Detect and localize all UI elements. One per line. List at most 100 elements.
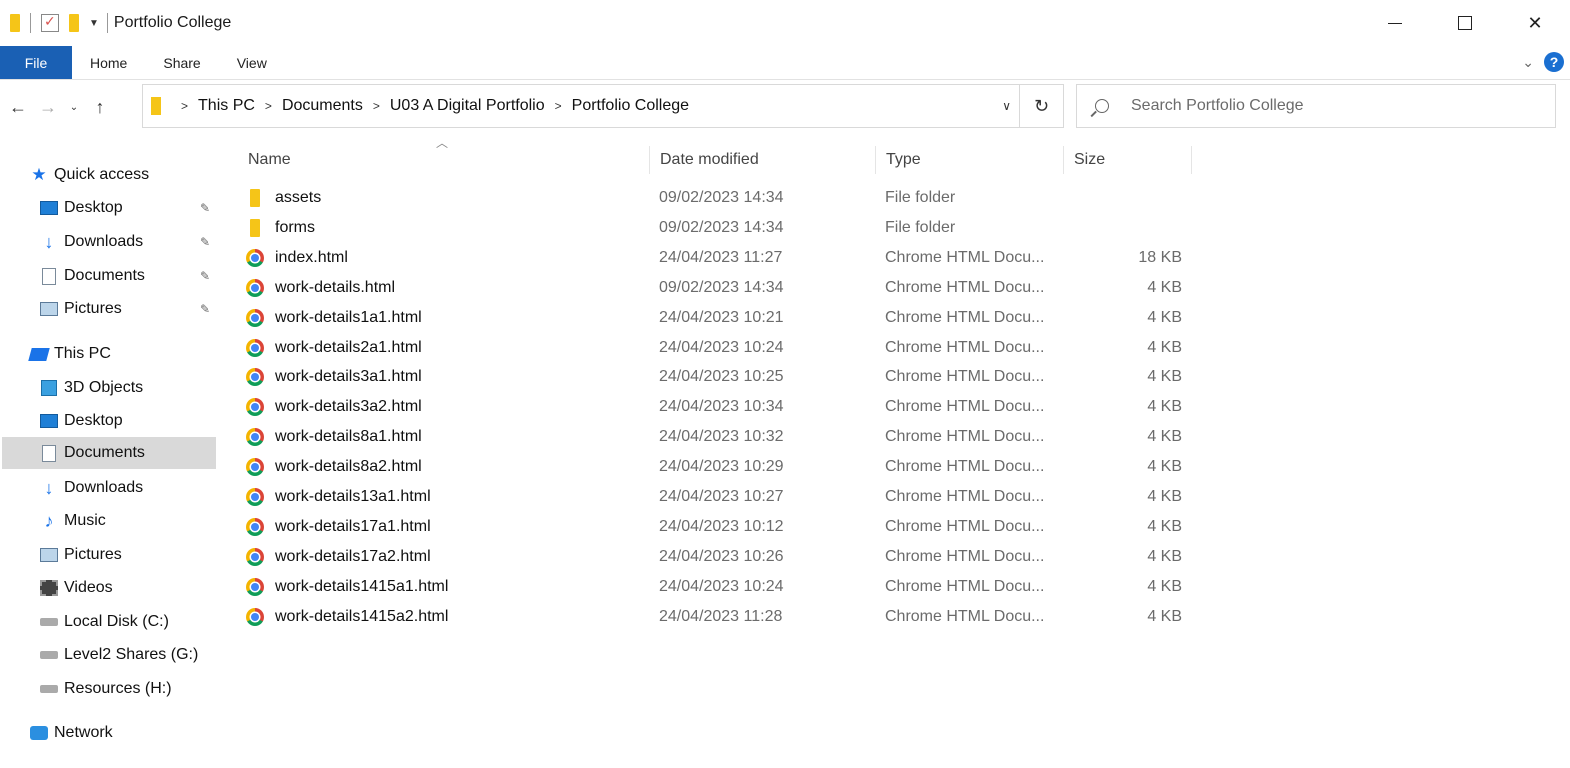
breadcrumb-documents[interactable]: Documents [282,97,363,115]
sidebar-item-pictures-pc[interactable]: Pictures [40,539,216,571]
file-name: work-details1415a1.html [275,577,449,595]
file-name-cell: work-details13a1.html [246,482,431,512]
file-row[interactable]: work-details8a2.html 24/04/2023 10:29 Chro… [238,452,1192,482]
file-row[interactable]: work-details17a2.html 24/04/2023 10:26 Chr… [238,542,1192,572]
sidebar-item-videos[interactable]: Videos [40,572,216,604]
sidebar-item-quick-access[interactable]: ★ Quick access [30,159,216,191]
sidebar-item-desktop[interactable]: Desktop ✎ [40,192,216,224]
sidebar-item-3d-objects[interactable]: 3D Objects [40,372,216,404]
sidebar-item-label: Resources (H:) [64,680,172,697]
folder-icon [10,14,20,32]
file-name-cell: forms [246,213,315,243]
sidebar-item-downloads[interactable]: ↓ Downloads ✎ [40,226,216,258]
folder-icon [250,189,260,207]
file-row[interactable]: work-details8a1.html 24/04/2023 10:32 Chro… [238,422,1192,452]
file-row[interactable]: assets 09/02/2023 14:34 File folder [238,183,1192,213]
chrome-icon [246,338,264,357]
column-header-type[interactable]: Type [876,146,1064,174]
address-bar[interactable]: > This PC > Documents > U03 A Digital Po… [142,84,1064,128]
help-icon[interactable]: ? [1544,52,1564,72]
up-button[interactable]: ↑ [88,97,112,118]
chevron-right-icon[interactable]: > [181,99,188,113]
file-size-cell: 4 KB [1147,577,1182,595]
breadcrumb-this-pc[interactable]: This PC [198,97,255,115]
sidebar-item-documents-pc[interactable]: Documents [2,437,216,469]
tab-view[interactable]: View [219,46,285,79]
tab-file[interactable]: File [0,46,72,79]
chevron-right-icon[interactable]: > [555,99,562,113]
chevron-down-icon[interactable]: ∨ [1002,99,1011,113]
refresh-button[interactable]: ↻ [1019,85,1063,127]
file-row[interactable]: index.html 24/04/2023 11:27 Chrome HTML Do… [238,243,1192,273]
cube-icon [40,380,58,396]
music-icon: ♪ [44,510,54,531]
file-date-cell: 24/04/2023 10:24 [659,577,784,595]
sidebar-item-local-disk[interactable]: Local Disk (C:) [40,606,216,638]
minimize-button[interactable] [1360,0,1430,46]
download-icon: ↓ [44,231,54,252]
chrome-icon [246,577,264,596]
column-header-size[interactable]: Size [1064,146,1192,174]
column-header-name[interactable]: Name [238,146,650,174]
sidebar-item-label: Downloads [64,479,144,496]
search-input[interactable] [1131,97,1531,115]
sidebar-item-network[interactable]: Network [30,717,216,749]
breadcrumb-portfolio-college[interactable]: Portfolio College [572,97,689,115]
sidebar-item-label: Downloads [64,233,144,250]
file-date-cell: 24/04/2023 10:26 [659,547,784,565]
recent-locations-button[interactable]: ⌄ [66,102,82,113]
sidebar-item-pictures[interactable]: Pictures ✎ [40,293,216,325]
back-button[interactable]: ← [6,97,30,118]
file-size-cell: 4 KB [1147,338,1182,356]
sidebar-item-downloads-pc[interactable]: ↓ Downloads [40,472,216,504]
file-size-cell: 4 KB [1147,517,1182,535]
sidebar-item-this-pc[interactable]: This PC [28,338,216,370]
sidebar-item-documents[interactable]: Documents ✎ [40,260,216,292]
file-row[interactable]: work-details2a1.html 24/04/2023 10:24 Chro… [238,333,1192,363]
file-name-cell: assets [246,183,321,213]
properties-icon[interactable] [41,13,59,32]
search-box[interactable] [1076,84,1556,128]
expand-ribbon-icon[interactable]: ⌄ [1522,54,1534,71]
tab-home[interactable]: Home [72,46,145,79]
file-size-cell: 4 KB [1147,368,1182,386]
star-icon: ★ [31,165,47,184]
file-name: index.html [275,248,348,266]
maximize-button[interactable] [1430,0,1500,46]
chevron-right-icon[interactable]: > [373,99,380,113]
file-size-cell: 4 KB [1147,547,1182,565]
video-icon [40,580,58,596]
sidebar-item-resources[interactable]: Resources (H:) [40,673,216,705]
forward-button[interactable]: → [36,97,60,118]
pin-icon: ✎ [199,302,210,316]
file-row[interactable]: work-details13a1.html 24/04/2023 10:27 Chr… [238,482,1192,512]
file-date-cell: 24/04/2023 10:29 [659,458,784,476]
file-date-cell: 09/02/2023 14:34 [659,218,784,236]
desktop-icon [40,413,58,429]
sidebar-item-label: Pictures [64,300,122,317]
breadcrumb-u03[interactable]: U03 A Digital Portfolio [390,97,545,115]
file-row[interactable]: work-details1415a1.html 24/04/2023 10:24 C… [238,572,1192,602]
sidebar-item-desktop-pc[interactable]: Desktop [40,405,216,437]
file-row[interactable]: forms 09/02/2023 14:34 File folder [238,213,1192,243]
file-row[interactable]: work-details3a2.html 24/04/2023 10:34 Chro… [238,392,1192,422]
sidebar-item-level2-shares[interactable]: Level2 Shares (G:) [40,639,216,671]
file-row[interactable]: work-details.html 09/02/2023 14:34 Chrome … [238,273,1192,303]
search-icon [1095,99,1109,113]
file-row[interactable]: work-details17a1.html 24/04/2023 10:12 Chr… [238,512,1192,542]
file-type-cell: Chrome HTML Docu... [885,278,1045,296]
sidebar-item-label: Local Disk (C:) [64,613,169,630]
file-row[interactable]: work-details1415a2.html 24/04/2023 11:28 C… [238,602,1192,632]
column-header-date[interactable]: Date modified [650,146,876,174]
file-row[interactable]: work-details1a1.html 24/04/2023 10:21 Chro… [238,303,1192,333]
navigation-pane: ★ Quick access Desktop ✎ ↓ Downloads ✎ D… [0,150,218,768]
new-folder-icon[interactable] [69,14,79,32]
file-row[interactable]: work-details3a1.html 24/04/2023 10:25 Chro… [238,362,1192,392]
chevron-right-icon[interactable]: > [265,99,272,113]
customize-toolbar-icon[interactable]: ▼ [89,18,99,29]
file-name-cell: index.html [246,243,348,273]
sidebar-item-music[interactable]: ♪ Music [40,505,216,537]
chrome-icon [246,517,264,536]
close-button[interactable]: ✕ [1500,0,1570,46]
tab-share[interactable]: Share [145,46,218,79]
